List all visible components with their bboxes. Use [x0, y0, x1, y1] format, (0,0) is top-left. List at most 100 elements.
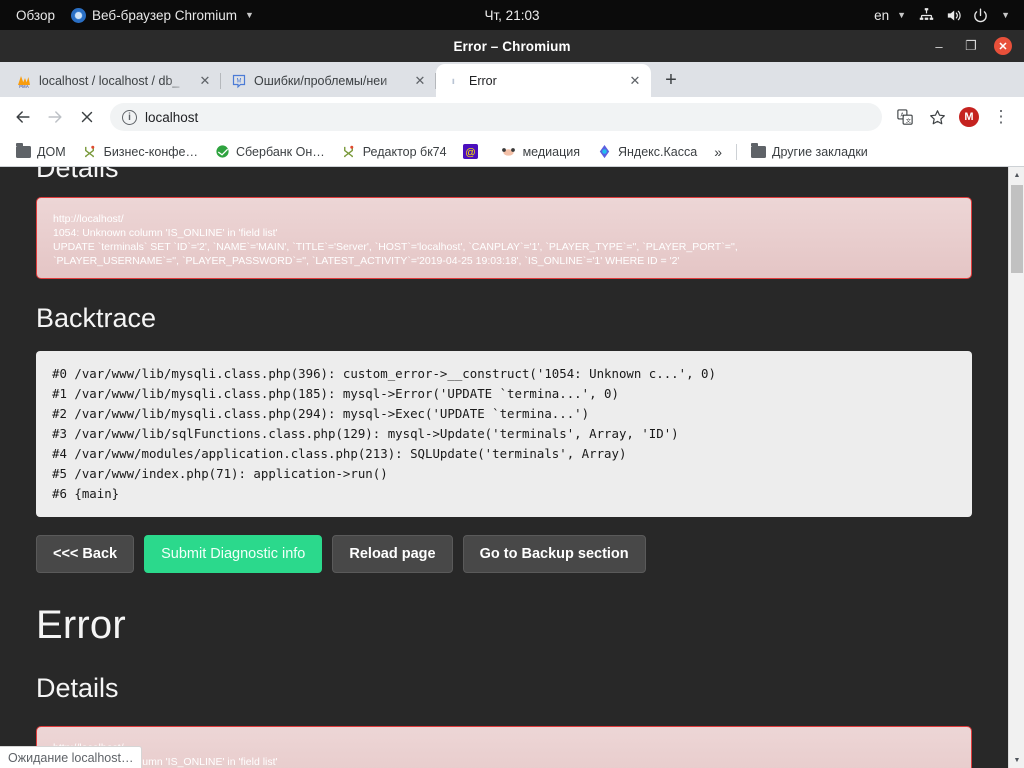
keyboard-layout-label: en	[874, 8, 889, 23]
translate-icon[interactable]: A 文	[890, 102, 920, 132]
avatar: M	[959, 107, 979, 127]
status-bubble: Ожидание localhost…	[0, 746, 142, 768]
other-bookmarks-folder[interactable]: Другие закладки	[743, 141, 875, 163]
tab-close-icon[interactable]: ✕	[412, 73, 428, 89]
profile-avatar[interactable]: M	[954, 102, 984, 132]
tab-close-icon[interactable]: ✕	[197, 73, 213, 89]
backtrace-box: #0 /var/www/lib/mysqli.class.php(396): c…	[36, 351, 972, 517]
volume-icon[interactable]	[945, 7, 962, 24]
svg-text:@: @	[465, 147, 475, 158]
tab-phpmyadmin[interactable]: PMA localhost / localhost / db_ ✕	[6, 64, 221, 97]
chevron-down-icon[interactable]: ▼	[1001, 10, 1010, 20]
bookmark-label: Сбербанк Он…	[236, 145, 325, 159]
bookmark-label: Другие закладки	[772, 145, 868, 159]
backtrace-line: #1 /var/www/lib/mysqli.class.php(185): m…	[52, 384, 956, 404]
network-icon[interactable]	[918, 7, 935, 24]
go-to-backup-section-button[interactable]: Go to Backup section	[463, 535, 646, 573]
backtrace-line: #6 {main}	[52, 484, 956, 504]
error-alert-bottom: http://localhost/ 1054: Unknown column '…	[36, 726, 972, 768]
activities-button[interactable]: Обзор	[10, 0, 63, 30]
bookmark-mediation[interactable]: медиация	[494, 141, 587, 163]
url-text: localhost	[145, 110, 198, 125]
tab-mail[interactable]: M Ошибки/проблемы/неи ✕	[221, 64, 436, 97]
tab-close-icon[interactable]: ✕	[627, 73, 643, 89]
alert-line-message: 1054: Unknown column 'IS_ONLINE' in 'fie…	[53, 755, 955, 768]
backtrace-heading: Backtrace	[36, 305, 972, 332]
submit-diagnostic-info-button[interactable]: Submit Diagnostic info	[144, 535, 322, 573]
browser-toolbar: i localhost A 文 M ⋮	[0, 97, 1024, 137]
folder-icon	[750, 144, 766, 160]
bookmark-sberbank[interactable]: Сбербанк Он…	[207, 141, 332, 163]
backtrace-line: #3 /var/www/lib/sqlFunctions.class.php(1…	[52, 424, 956, 444]
activities-label: Обзор	[16, 8, 55, 23]
bookmark-dom[interactable]: ДОМ	[8, 141, 73, 163]
yandex-kassa-icon	[596, 144, 612, 160]
page-viewport: Details http://localhost/ 1054: Unknown …	[0, 167, 1024, 768]
chevron-down-icon: ▼	[245, 10, 254, 20]
alert-line-sql-2: `PLAYER_USERNAME`='', `PLAYER_PASSWORD`=…	[53, 254, 955, 268]
reload-page-button[interactable]: Reload page	[332, 535, 452, 573]
app-menu-button[interactable]: Веб-браузер Chromium ▼	[63, 0, 262, 30]
backtrace-line: #2 /var/www/lib/mysqli.class.php(294): m…	[52, 404, 956, 424]
bookmark-yandex-kassa[interactable]: Яндекс.Касса	[589, 141, 704, 163]
window-titlebar: Error – Chromium – ❐ ✕	[0, 30, 1024, 62]
scroll-up-arrow[interactable]: ▲	[1009, 167, 1024, 183]
app-menu-label: Веб-браузер Chromium	[92, 8, 237, 23]
minimize-button[interactable]: –	[930, 37, 948, 55]
alert-line-message: 1054: Unknown column 'IS_ONLINE' in 'fie…	[53, 226, 955, 240]
scroll-down-arrow[interactable]: ▼	[1009, 752, 1024, 768]
alert-line-sql-1: UPDATE `terminals` SET `ID`='2', `NAME`=…	[53, 240, 955, 254]
bookmarks-bar: ДОМ Бизнес-конфе… Сбербанк Он… Редактор …	[0, 137, 1024, 167]
bookmarks-overflow-button[interactable]: »	[706, 141, 730, 163]
site-icon	[341, 144, 357, 160]
chrome-menu-button[interactable]: ⋮	[986, 102, 1016, 132]
svg-text:PMA: PMA	[19, 84, 30, 89]
keyboard-layout-button[interactable]: en ▼	[872, 0, 908, 30]
forward-button[interactable]	[40, 102, 70, 132]
details-heading: Details	[36, 675, 972, 702]
alert-line-url: http://localhost/	[53, 212, 955, 226]
site-icon	[501, 144, 517, 160]
divider	[736, 144, 737, 160]
bookmark-label: медиация	[523, 145, 580, 159]
bookmark-label: ДОМ	[37, 145, 66, 159]
bookmark-business-conf[interactable]: Бизнес-конфе…	[75, 141, 205, 163]
tab-title: localhost / localhost / db_	[39, 74, 190, 88]
tab-error[interactable]: Error ✕	[436, 64, 651, 97]
sberbank-icon	[214, 144, 230, 160]
chromium-window: Error – Chromium – ❐ ✕ PMA localhost / l…	[0, 30, 1024, 768]
gnome-top-bar: Обзор Веб-браузер Chromium ▼ Чт, 21:03 e…	[0, 0, 1024, 30]
page-scrollbar[interactable]: ▲ ▼	[1008, 167, 1024, 768]
action-buttons: <<< Back Submit Diagnostic info Reload p…	[36, 535, 972, 573]
site-info-icon[interactable]: i	[122, 110, 137, 125]
window-controls: – ❐ ✕	[930, 37, 1024, 55]
mail-icon: M	[231, 73, 247, 89]
blank-page-icon	[446, 73, 462, 89]
maximize-button[interactable]: ❐	[962, 37, 980, 55]
address-bar[interactable]: i localhost	[110, 103, 882, 131]
status-text: Ожидание localhost…	[8, 751, 133, 765]
back-button[interactable]	[8, 102, 38, 132]
svg-text:M: M	[237, 78, 242, 84]
error-alert-top: http://localhost/ 1054: Unknown column '…	[36, 197, 972, 279]
tab-strip: PMA localhost / localhost / db_ ✕ M Ошиб…	[0, 62, 1024, 97]
bookmark-label: Редактор бк74	[363, 145, 447, 159]
backtrace-line: #0 /var/www/lib/mysqli.class.php(396): c…	[52, 364, 956, 384]
backtrace-line: #4 /var/www/modules/application.class.ph…	[52, 444, 956, 464]
site-icon	[82, 144, 98, 160]
bookmark-star-icon[interactable]	[922, 102, 952, 132]
scrollbar-thumb[interactable]	[1011, 185, 1023, 273]
back-button[interactable]: <<< Back	[36, 535, 134, 573]
backtrace-line: #5 /var/www/index.php(71): application->…	[52, 464, 956, 484]
close-button[interactable]: ✕	[994, 37, 1012, 55]
stop-loading-button[interactable]	[72, 102, 102, 132]
bookmark-at[interactable]: @	[456, 141, 492, 163]
bookmark-label: Бизнес-конфе…	[104, 145, 198, 159]
bookmark-editor-bk74[interactable]: Редактор бк74	[334, 141, 454, 163]
phpmyadmin-icon: PMA	[16, 73, 32, 89]
new-tab-button[interactable]: +	[657, 66, 685, 94]
tab-title: Error	[469, 74, 620, 88]
page-content: Details http://localhost/ 1054: Unknown …	[0, 167, 1008, 768]
bookmark-label: Яндекс.Касса	[618, 145, 697, 159]
power-icon[interactable]	[972, 7, 989, 24]
